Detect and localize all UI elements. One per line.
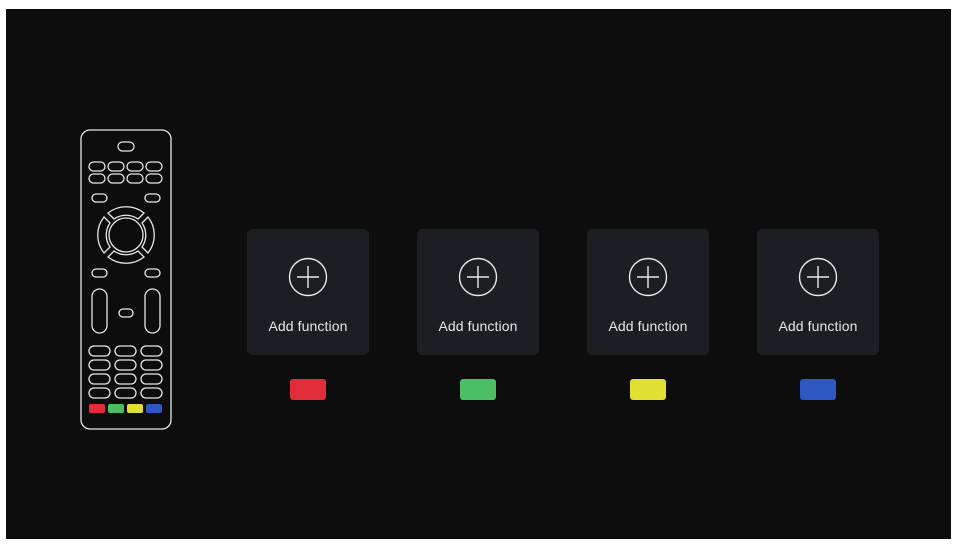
plus-circle-icon [458, 257, 498, 297]
red-key-button[interactable] [290, 379, 326, 400]
function-slot-red: Add function [247, 229, 369, 400]
add-function-label: Add function [778, 318, 858, 334]
function-slot-yellow: Add function [587, 229, 709, 400]
add-function-label: Add function [438, 318, 518, 334]
remote-control-icon [80, 129, 172, 431]
function-slot-green: Add function [417, 229, 539, 400]
add-function-label: Add function [608, 318, 688, 334]
add-function-card[interactable]: Add function [417, 229, 539, 355]
plus-circle-icon [628, 257, 668, 297]
plus-circle-icon [798, 257, 838, 297]
green-key-button[interactable] [460, 379, 496, 400]
yellow-key-button[interactable] [630, 379, 666, 400]
plus-circle-icon [288, 257, 328, 297]
function-slot-blue: Add function [757, 229, 879, 400]
add-function-card[interactable]: Add function [247, 229, 369, 355]
blue-key-button[interactable] [800, 379, 836, 400]
add-function-card[interactable]: Add function [587, 229, 709, 355]
add-function-label: Add function [268, 318, 348, 334]
add-function-card[interactable]: Add function [757, 229, 879, 355]
screen: Add function Add function Add function A… [6, 9, 951, 539]
